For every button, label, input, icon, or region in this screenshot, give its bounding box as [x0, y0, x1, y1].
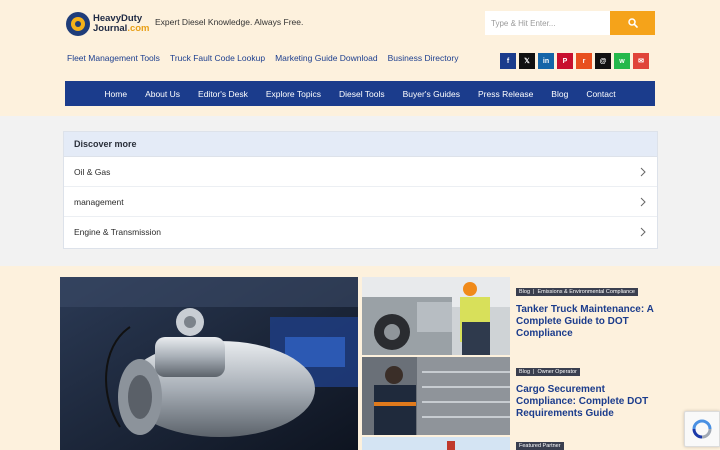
recaptcha-icon — [692, 419, 712, 439]
nav-editors-desk[interactable]: Editor's Desk — [189, 89, 257, 99]
hero-image-starter-motor[interactable] — [60, 277, 358, 450]
discover-item-engine-transmission[interactable]: Engine & Transmission — [64, 217, 657, 247]
quick-link-fleet-management[interactable]: Fleet Management Tools — [67, 53, 160, 63]
nav-contact[interactable]: Contact — [577, 89, 624, 99]
article-thumbnail-cargo[interactable] — [362, 357, 510, 435]
nav-explore-topics[interactable]: Explore Topics — [257, 89, 330, 99]
quick-link-business-directory[interactable]: Business Directory — [388, 53, 459, 63]
article-title[interactable]: Tanker Truck Maintenance: A Complete Gui… — [516, 304, 661, 340]
nav-diesel-tools[interactable]: Diesel Tools — [330, 89, 394, 99]
article-badges: Blog | Emissions & Environmental Complia… — [516, 288, 638, 296]
quick-links: Fleet Management Tools Truck Fault Code … — [67, 53, 458, 63]
nav-blog[interactable]: Blog — [542, 89, 577, 99]
search-input[interactable] — [485, 11, 610, 35]
nav-buyers-guides[interactable]: Buyer's Guides — [394, 89, 469, 99]
article-card-cargo: Blog | Owner Operator Cargo Securement C… — [516, 368, 661, 420]
article-badges: Blog | Owner Operator — [516, 368, 580, 376]
category-badge[interactable]: Emissions & Environmental Compliance — [537, 289, 635, 295]
search-button[interactable] — [610, 11, 655, 35]
badge-separator: | — [533, 369, 535, 375]
logo-line2-main: Journal — [93, 23, 128, 34]
gear-logo-icon — [66, 12, 90, 36]
discover-item-label: management — [74, 196, 124, 207]
reddit-icon[interactable]: r — [576, 53, 592, 69]
article-card-featured: Featured Partner — [516, 442, 661, 450]
quick-link-marketing-guide[interactable]: Marketing Guide Download — [275, 53, 378, 63]
search-icon — [627, 18, 638, 28]
facebook-icon[interactable]: f — [500, 53, 516, 69]
logo-text: HeavyDuty Journal.com — [93, 14, 150, 34]
nav-about-us[interactable]: About Us — [136, 89, 189, 99]
main-nav: Home About Us Editor's Desk Explore Topi… — [65, 81, 655, 106]
discover-item-management[interactable]: management — [64, 187, 657, 217]
email-icon[interactable]: ✉ — [633, 53, 649, 69]
category-badge[interactable]: Owner Operator — [537, 369, 576, 375]
discover-more-panel: Discover more Oil & Gas management Engin… — [63, 131, 658, 249]
discover-item-label: Oil & Gas — [74, 166, 111, 177]
article-thumbnail-featured[interactable] — [362, 437, 510, 450]
logo-line2: Journal.com — [93, 24, 150, 34]
article-card-tanker: Blog | Emissions & Environmental Complia… — [516, 288, 661, 340]
article-thumbnail-tanker[interactable] — [362, 277, 510, 355]
nav-home[interactable]: Home — [95, 89, 136, 99]
discover-item-label: Engine & Transmission — [74, 227, 161, 237]
site-tagline: Expert Diesel Knowledge. Always Free. — [155, 17, 304, 27]
discover-item-oil-gas[interactable]: Oil & Gas — [64, 157, 657, 187]
cargo-worker-image — [362, 357, 510, 435]
nav-press-release[interactable]: Press Release — [469, 89, 542, 99]
threads-icon[interactable]: @ — [595, 53, 611, 69]
tanker-mechanic-image — [362, 277, 510, 355]
pinterest-icon[interactable]: P — [557, 53, 573, 69]
logo-line2-suffix: .com — [127, 23, 150, 34]
starter-motor-illustration — [60, 277, 358, 450]
featured-partner-image — [362, 437, 510, 450]
category-badge[interactable]: Blog — [519, 369, 530, 375]
article-badges: Featured Partner — [516, 442, 564, 450]
chevron-right-icon — [640, 167, 646, 176]
linkedin-icon[interactable]: in — [538, 53, 554, 69]
whatsapp-icon[interactable]: w — [614, 53, 630, 69]
chevron-right-icon — [640, 197, 646, 206]
site-logo[interactable]: HeavyDuty Journal.com — [66, 11, 150, 37]
chevron-right-icon — [640, 227, 646, 237]
category-badge[interactable]: Featured Partner — [519, 443, 561, 449]
category-badge[interactable]: Blog — [519, 289, 530, 295]
x-twitter-icon[interactable]: 𝕏 — [519, 53, 535, 69]
social-links: f 𝕏in Pr @ w ✉ — [500, 53, 649, 69]
quick-link-fault-code[interactable]: Truck Fault Code Lookup — [170, 53, 265, 63]
badge-separator: | — [533, 289, 535, 295]
recaptcha-badge[interactable] — [684, 411, 720, 447]
discover-more-title: Discover more — [64, 132, 657, 157]
article-title[interactable]: Cargo Securement Compliance: Complete DO… — [516, 384, 661, 420]
